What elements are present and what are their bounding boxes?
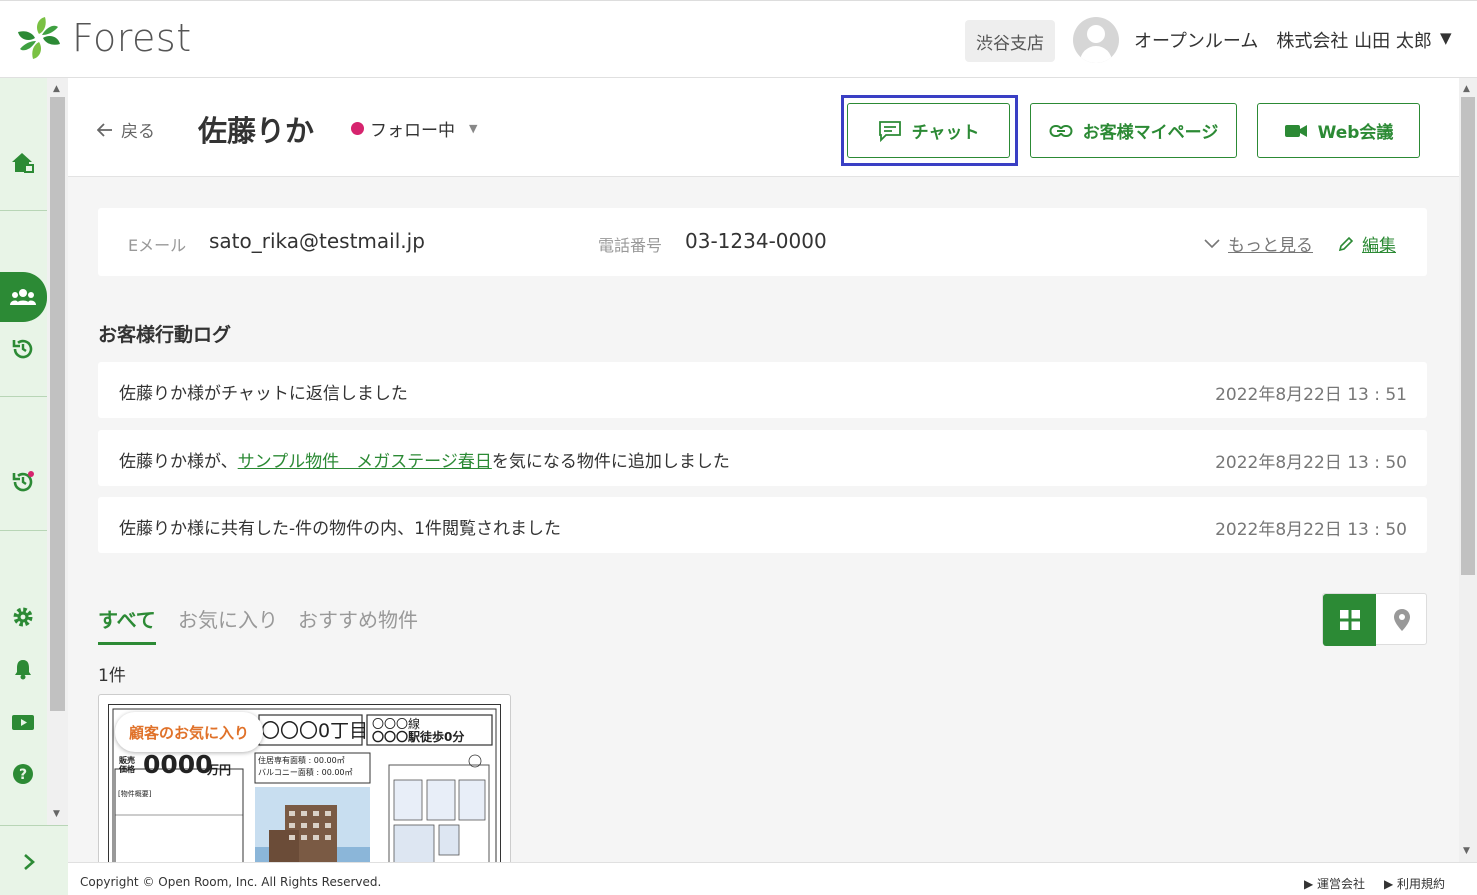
activity-log-row: 佐藤りか様に共有した-件の物件の内、1件閲覧されました 2022年8月22日 1… (98, 497, 1427, 553)
tab-recommended[interactable]: おすすめ物件 (298, 604, 418, 633)
flyer-price: 0000 (143, 750, 213, 779)
main-scrollbar-thumb[interactable] (1461, 97, 1475, 575)
leaf-logo-icon (16, 15, 62, 61)
sidebar-divider (0, 210, 47, 211)
branch-badge[interactable]: 渋谷支店 (965, 20, 1055, 62)
back-button[interactable]: 戻る (97, 117, 155, 142)
email-value: sato_rika@testmail.jp (209, 229, 425, 253)
history-icon[interactable] (8, 334, 38, 364)
history-alt-icon[interactable] (8, 467, 38, 497)
show-more-label: もっと見る (1228, 236, 1313, 256)
forest-logo[interactable]: Forest (16, 15, 192, 61)
activity-log-row: 佐藤りか様が、サンプル物件 メガステージ春日を気になる物件に追加しました 202… (98, 430, 1427, 486)
show-more-link[interactable]: もっと見る (1204, 231, 1313, 256)
flyer-address: 〇〇〇0丁目 (261, 720, 369, 742)
grid-view-button[interactable] (1323, 594, 1376, 646)
log-text-before: 佐藤りか様が、 (119, 452, 238, 472)
mypage-label: お客様マイページ (1082, 123, 1219, 143)
view-toggle (1322, 593, 1428, 646)
customer-favorite-badge: 顧客のお気に入り (115, 712, 263, 752)
email-label: Eメール (128, 236, 187, 255)
sidebar-divider (0, 396, 47, 397)
sidebar-scrollbar-thumb[interactable] (50, 97, 65, 711)
user-avatar[interactable] (1073, 17, 1119, 63)
main-content: 戻る 佐藤りか フォロー中 ▼ チャット お客様マイページ Web会議 Eメール… (68, 78, 1459, 862)
log-text-after: を気になる物件に追加しました (491, 452, 730, 472)
property-card[interactable]: 〇〇〇0丁目 〇〇〇線 〇〇〇駅徒歩0分 販売価格 0000 万円 住居専有面積… (98, 694, 511, 862)
log-time: 2022年8月22日 13 : 51 (1215, 385, 1407, 405)
flyer-station: 〇〇〇駅徒歩0分 (372, 730, 465, 744)
back-label: 戻る (121, 122, 155, 142)
flyer-price-unit: 万円 (207, 763, 232, 777)
video-camera-icon (1284, 124, 1307, 137)
edit-label: 編集 (1362, 236, 1396, 256)
map-pin-icon (1394, 609, 1410, 631)
terms-link[interactable]: ▶ 利用規約 (1384, 875, 1445, 892)
activity-log-title: お客様行動ログ (98, 324, 232, 346)
scroll-up-arrow-icon[interactable]: ▲ (1463, 84, 1470, 94)
page-footer: Copyright © Open Room, Inc. All Rights R… (68, 862, 1477, 895)
grid-icon (1339, 610, 1360, 630)
flyer-price-label: 販売価格 (119, 756, 135, 774)
link-icon (1049, 124, 1073, 137)
log-time: 2022年8月22日 13 : 50 (1215, 453, 1407, 473)
caret-down-icon: ▼ (469, 122, 478, 135)
status-dot-icon (351, 122, 364, 135)
video-guide-icon[interactable] (8, 707, 38, 737)
sidebar-expand-area (0, 825, 68, 895)
user-name[interactable]: オープンルーム 株式会社 山田 太郎 (1134, 27, 1432, 53)
help-icon[interactable]: ? (8, 759, 38, 789)
user-menu-caret-icon[interactable]: ▼ (1440, 29, 1452, 47)
flyer-summary: [物件概要] (118, 790, 152, 798)
flyer-area-2: バルコニー面積 : 00.00㎡ (258, 768, 353, 777)
web-meeting-label: Web会議 (1317, 123, 1394, 143)
log-text: 佐藤りか様がチャットに返信しました (119, 384, 408, 404)
scroll-down-arrow-icon[interactable]: ▼ (1463, 846, 1470, 856)
users-icon[interactable] (8, 282, 38, 312)
home-add-icon[interactable] (8, 148, 38, 178)
arrow-left-icon (97, 122, 112, 137)
chevron-right-icon[interactable] (22, 853, 36, 875)
scroll-up-arrow-icon[interactable]: ▲ (53, 84, 60, 94)
phone-label: 電話番号 (598, 236, 663, 255)
tab-all[interactable]: すべて (98, 604, 156, 645)
tab-favorites[interactable]: お気に入り (178, 604, 278, 633)
svg-text:?: ? (19, 767, 27, 783)
activity-log-row: 佐藤りか様がチャットに返信しました 2022年8月22日 13 : 51 (98, 362, 1427, 418)
flyer-area-1: 住居専有面積 : 00.00㎡ (258, 756, 345, 765)
map-view-button[interactable] (1376, 594, 1428, 646)
chevron-down-icon (1204, 238, 1220, 248)
chat-button[interactable]: チャット (847, 103, 1010, 158)
phone-value: 03-1234-0000 (685, 229, 827, 253)
app-header: Forest 渋谷支店 オープンルーム 株式会社 山田 太郎 ▼ (0, 0, 1477, 78)
company-link[interactable]: ▶ 運営会社 (1304, 875, 1365, 892)
status-dropdown[interactable]: フォロー中 ▼ (351, 116, 477, 141)
log-text: 佐藤りか様が、サンプル物件 メガステージ春日を気になる物件に追加しました (119, 447, 730, 472)
bell-icon[interactable] (8, 654, 38, 684)
sidebar: ? (0, 78, 47, 895)
log-time: 2022年8月22日 13 : 50 (1215, 520, 1407, 540)
scroll-down-arrow-icon[interactable]: ▼ (53, 809, 60, 819)
status-label: フォロー中 (370, 121, 455, 141)
property-link[interactable]: サンプル物件 メガステージ春日 (238, 452, 492, 472)
chat-icon (878, 120, 901, 142)
chat-label: チャット (911, 123, 980, 143)
result-count: 1件 (98, 666, 126, 686)
copyright-text: Copyright © Open Room, Inc. All Rights R… (80, 875, 382, 889)
pencil-icon (1338, 236, 1354, 251)
customer-mypage-button[interactable]: お客様マイページ (1030, 103, 1237, 158)
sidebar-divider (0, 530, 47, 531)
gear-icon[interactable] (8, 602, 38, 632)
edit-link[interactable]: 編集 (1338, 231, 1396, 256)
customer-name: 佐藤りか (198, 114, 315, 148)
logo-text: Forest (72, 16, 192, 60)
web-meeting-button[interactable]: Web会議 (1257, 103, 1420, 158)
customer-info-card: Eメール sato_rika@testmail.jp 電話番号 03-1234-… (98, 208, 1427, 276)
customer-topbar: 戻る 佐藤りか フォロー中 ▼ チャット お客様マイページ Web会議 (68, 78, 1459, 177)
log-text: 佐藤りか様に共有した-件の物件の内、1件閲覧されました (119, 519, 561, 539)
